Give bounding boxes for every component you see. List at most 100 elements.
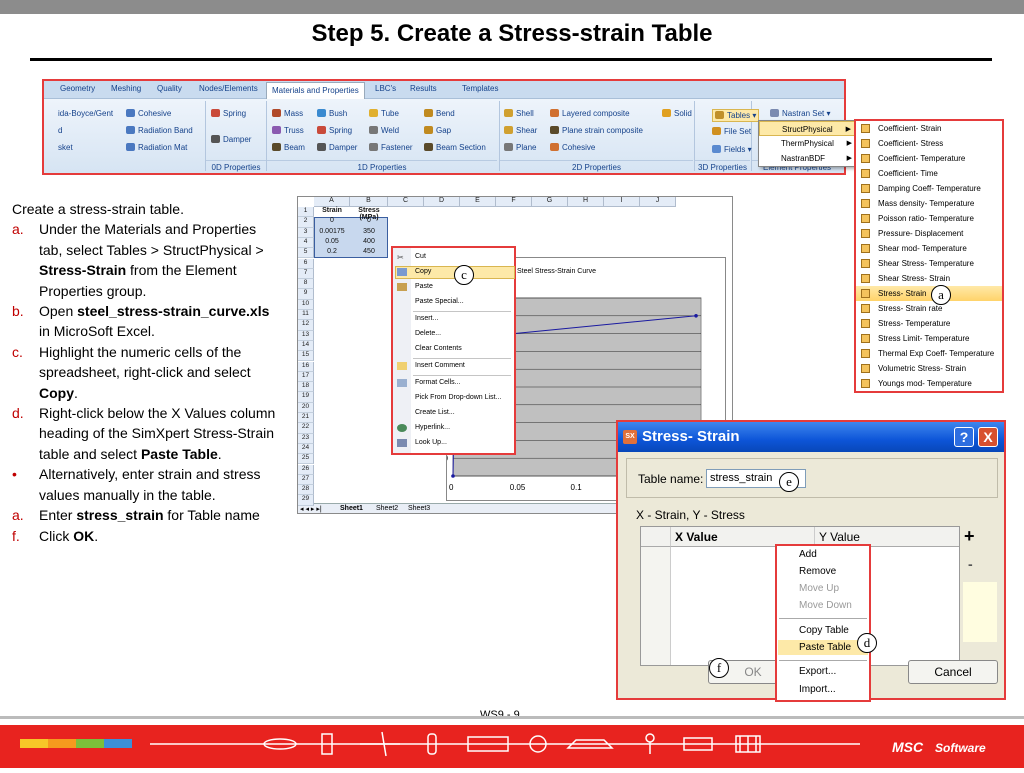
menu-item-paste-special[interactable]: Paste Special... (415, 298, 464, 305)
menu-item-move-down[interactable]: Move Down (799, 600, 852, 611)
data-cell[interactable]: 0.00175 (314, 228, 350, 238)
coef-menu-item[interactable]: Shear mod- Temperature (856, 241, 1002, 256)
coef-menu-item[interactable]: Shear Stress- Strain (856, 271, 1002, 286)
tables-button[interactable]: Tables ▾ (712, 109, 760, 122)
ribbon-item-bush[interactable]: Bush (317, 109, 347, 118)
file-set-button[interactable]: File Set (712, 127, 751, 136)
row-header[interactable]: 12 (298, 320, 314, 331)
menu-item-structphysical[interactable]: StructPhysical ▶ (759, 121, 857, 136)
data-cell[interactable]: 0.05 (314, 238, 350, 248)
row-header[interactable]: 15 (298, 351, 314, 362)
column-header[interactable]: E (460, 197, 496, 207)
row-header[interactable]: 14 (298, 340, 314, 352)
ribbon-item-damper-1d[interactable]: Damper (317, 143, 357, 152)
row-header[interactable]: 28 (298, 485, 314, 496)
data-cell[interactable]: 400 (350, 238, 388, 248)
coef-menu-item[interactable]: Stress- Temperature (856, 316, 1002, 331)
menu-item-copy-table[interactable]: Copy Table (799, 625, 849, 636)
menu-item-insert-comment[interactable]: Insert Comment (415, 362, 465, 369)
coef-menu-item[interactable]: Coefficient- Strain (856, 121, 1002, 136)
sheet-tab-1[interactable]: Sheet1 (340, 505, 363, 512)
row-header[interactable]: 22 (298, 423, 314, 434)
ribbon-item-shear[interactable]: Shear (504, 126, 537, 135)
row-header[interactable]: 20 (298, 402, 314, 413)
row-header[interactable]: 4 (298, 237, 314, 249)
nastran-set-button[interactable]: Nastran Set ▾ (770, 109, 831, 118)
ribbon-item-layered-composite[interactable]: Layered composite (550, 109, 630, 118)
menu-item-remove[interactable]: Remove (799, 566, 836, 577)
coef-menu-item[interactable]: Volumetric Stress- Strain (856, 361, 1002, 376)
close-button[interactable]: X (978, 427, 998, 447)
row-header[interactable]: 19 (298, 392, 314, 403)
coef-menu-item[interactable]: Coefficient- Time (856, 166, 1002, 181)
row-header[interactable]: 16 (298, 361, 314, 372)
row-header[interactable]: 8 (298, 279, 314, 290)
menu-item-paste[interactable]: Paste (415, 283, 433, 290)
column-header[interactable]: C (388, 197, 424, 207)
fields-button[interactable]: Fields ▾ (712, 145, 752, 154)
ribbon-item-solid[interactable]: Solid (662, 109, 692, 118)
ribbon-item[interactable]: ida-Boyce/Gent (58, 109, 113, 118)
row-header[interactable]: 26 (298, 464, 314, 475)
ribbon-item-radiation-mat[interactable]: Radiation Mat (126, 143, 187, 152)
header-cell[interactable]: Strain (314, 207, 350, 217)
ribbon-item-mass[interactable]: Mass (272, 109, 303, 118)
menu-item-hyperlink[interactable]: Hyperlink... (415, 424, 450, 431)
data-cell[interactable]: 0 (350, 217, 388, 227)
row-header[interactable]: 21 (298, 413, 314, 424)
column-header[interactable]: D (424, 197, 460, 207)
ribbon-item-weld[interactable]: Weld (369, 126, 399, 135)
tab-quality[interactable]: Quality (157, 84, 182, 93)
coef-menu-item[interactable]: Coefficient- Temperature (856, 151, 1002, 166)
menu-item-pick-list[interactable]: Pick From Drop-down List... (415, 394, 501, 401)
row-header[interactable]: 24 (298, 443, 314, 455)
tab-meshing[interactable]: Meshing (111, 84, 141, 93)
coef-menu-item[interactable]: Pressure- Displacement (856, 226, 1002, 241)
row-header[interactable]: 9 (298, 289, 314, 300)
sheet-tab-2[interactable]: Sheet2 (376, 505, 398, 512)
remove-row-icon[interactable]: - (968, 556, 973, 572)
row-header[interactable]: 29 (298, 495, 314, 506)
menu-item-thermphysical[interactable]: ThermPhysical ▶ (759, 136, 857, 151)
menu-item-paste-table[interactable]: Paste Table (799, 642, 851, 653)
menu-item-export[interactable]: Export... (799, 666, 836, 677)
ribbon-item-gap[interactable]: Gap (424, 126, 451, 135)
menu-item-import[interactable]: Import... (799, 684, 836, 695)
coef-menu-item[interactable]: Shear Stress- Temperature (856, 256, 1002, 271)
column-header[interactable]: B (350, 197, 388, 207)
ribbon-item-cohesive-2d[interactable]: Cohesive (550, 143, 595, 152)
column-header[interactable]: G (532, 197, 568, 207)
coef-menu-item[interactable]: Stress- Strain rate (856, 301, 1002, 316)
column-header[interactable]: H (568, 197, 604, 207)
coef-menu-item[interactable]: Youngs mod- Temperature (856, 376, 1002, 391)
menu-item-add[interactable]: Add (799, 549, 817, 560)
data-cell[interactable]: 0 (314, 217, 350, 227)
column-header[interactable]: F (496, 197, 532, 207)
ribbon-item-truss[interactable]: Truss (272, 126, 304, 135)
ribbon-item-fastener[interactable]: Fastener (369, 143, 413, 152)
menu-item-cut[interactable]: Cut (415, 253, 426, 260)
menu-item-move-up[interactable]: Move Up (799, 583, 839, 594)
menu-item-create-list[interactable]: Create List... (415, 409, 455, 416)
ribbon-item-radiation-band[interactable]: Radiation Band (126, 126, 193, 135)
ribbon-item-shell[interactable]: Shell (504, 109, 534, 118)
sheet-tab-3[interactable]: Sheet3 (408, 505, 430, 512)
tab-nodes-elements[interactable]: Nodes/Elements (199, 84, 258, 93)
tab-results[interactable]: Results (410, 84, 437, 93)
menu-item-delete[interactable]: Delete... (415, 330, 441, 337)
row-header[interactable]: 10 (298, 299, 314, 310)
column-header[interactable]: A (314, 197, 350, 207)
coef-menu-item[interactable]: Thermal Exp Coeff- Temperature (856, 346, 1002, 361)
tab-materials-properties[interactable]: Materials and Properties (266, 82, 365, 99)
tab-lbcs[interactable]: LBC's (375, 84, 396, 93)
row-header[interactable]: 27 (298, 474, 314, 486)
row-header[interactable]: 1 (298, 207, 314, 218)
row-header[interactable]: 3 (298, 227, 314, 238)
coef-menu-item[interactable]: Damping Coeff- Temperature (856, 181, 1002, 196)
help-button[interactable]: ? (954, 427, 974, 447)
data-cell[interactable]: 350 (350, 228, 388, 238)
ribbon-item-spring-1d[interactable]: Spring (317, 126, 352, 135)
data-cell[interactable]: 450 (350, 248, 388, 258)
coef-menu-item[interactable]: Mass density- Temperature (856, 196, 1002, 211)
ribbon-item-bend[interactable]: Bend (424, 109, 455, 118)
